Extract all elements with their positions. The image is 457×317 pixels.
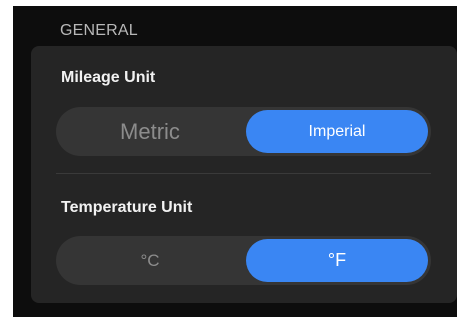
metric-option[interactable]: Metric [56, 107, 244, 156]
celsius-option[interactable]: °C [56, 236, 244, 285]
mileage-unit-label: Mileage Unit [61, 69, 156, 86]
fahrenheit-option[interactable]: °F [246, 239, 428, 282]
settings-card: Mileage Unit Metric Imperial Temperature… [31, 46, 457, 303]
temperature-unit-toggle[interactable]: °C °F [56, 236, 431, 285]
temperature-unit-label: Temperature Unit [61, 199, 193, 216]
divider [56, 173, 431, 174]
mileage-unit-toggle[interactable]: Metric Imperial [56, 107, 431, 156]
imperial-option[interactable]: Imperial [246, 110, 428, 153]
section-title: GENERAL [60, 22, 138, 39]
